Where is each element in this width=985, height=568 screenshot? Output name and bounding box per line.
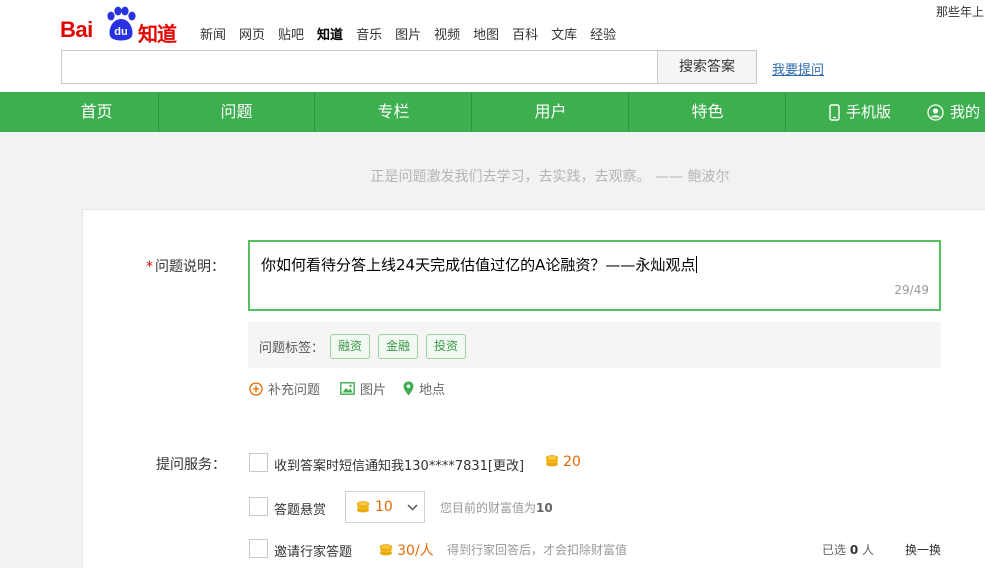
nav-link-2[interactable]: 贴吧 [278, 24, 304, 43]
tags-label: 问题标签： [259, 341, 325, 356]
main-nav-bar: 首页 问题 专栏 用户 特色 手机版 我的 [0, 92, 985, 132]
sms-cost: 20 [545, 454, 581, 470]
invite-expert-checkbox[interactable] [249, 539, 268, 558]
motto-quote: 正是问题激发我们去学习，去实践，去观察。 —— 鲍波尔 [370, 169, 730, 185]
selected-count-value: 0 [849, 543, 859, 557]
logo-du-text: du [114, 26, 127, 38]
location-pin-icon [403, 381, 414, 396]
add-location-label: 地点 [419, 383, 446, 398]
tags-bar: 问题标签： 融资 金融 投资 [248, 322, 941, 368]
invite-cost-value: 30/人 [397, 543, 434, 559]
image-icon [340, 382, 355, 395]
add-image-label: 图片 [360, 383, 387, 398]
paw-icon: du [107, 6, 136, 41]
nav-mobile[interactable]: 手机版 [829, 92, 891, 132]
invite-note: 得到行家回答后，才会扣除财富值 [447, 543, 628, 557]
nav-link-5[interactable]: 图片 [395, 24, 421, 43]
sms-cost-value: 20 [563, 454, 581, 470]
logo-zhidao-text: 知道 [138, 22, 177, 46]
invite-expert-label[interactable]: 邀请行家答题 [274, 541, 352, 560]
logo-bai-text: Bai [60, 17, 93, 42]
coin-icon [379, 544, 393, 556]
search-answer-button[interactable]: 搜索答案 [657, 50, 757, 84]
coin-icon [545, 455, 559, 467]
reward-amount-value: 10 [375, 499, 393, 515]
top-header: 那些年上 Bai du 知道 新闻 网页 贴吧 知道 音乐 图片 视频 地图 百科 文库 经验 搜索… [0, 0, 985, 92]
nav-divider [785, 92, 786, 132]
question-text-value: 你如何看待分答上线24天完成估值过亿的A论融资？——永灿观点 [261, 256, 696, 274]
nav-questions[interactable]: 问题 [158, 92, 315, 132]
sms-notify-checkbox[interactable] [249, 453, 268, 472]
question-text: 你如何看待分答上线24天完成估值过亿的A论融资？——永灿观点 [261, 254, 698, 275]
nav-link-8[interactable]: 百科 [512, 24, 538, 43]
nav-link-0[interactable]: 新闻 [200, 24, 226, 43]
selected-suffix: 人 [862, 543, 875, 557]
text-caret [696, 256, 698, 273]
nav-home[interactable]: 首页 [18, 92, 175, 132]
add-detail-label: 补充问题 [268, 383, 321, 398]
baidu-zhidao-logo[interactable]: Bai du 知道 [60, 5, 184, 46]
question-textarea[interactable]: 你如何看待分答上线24天完成估值过亿的A论融资？——永灿观点 29/49 [248, 240, 941, 311]
invite-cost: 30/人 [379, 540, 434, 560]
search-input[interactable] [61, 50, 658, 84]
product-nav: 新闻 网页 贴吧 知道 音乐 图片 视频 地图 百科 文库 经验 [200, 24, 629, 43]
nav-link-3[interactable]: 知道 [317, 24, 343, 43]
nav-link-7[interactable]: 地图 [473, 24, 499, 43]
sms-notify-label[interactable]: 收到答案时短信通知我130****7831[更改] [274, 455, 524, 474]
nav-my[interactable]: 我的 [927, 92, 980, 132]
wealth-note: 您目前的财富值为10 [440, 499, 553, 516]
ask-question-link[interactable]: 我要提问 [772, 59, 824, 78]
nav-link-10[interactable]: 经验 [590, 24, 616, 43]
wealth-note-prefix: 您目前的财富值为 [440, 501, 537, 515]
selected-count: 已选 0 人 [822, 541, 874, 558]
question-label: * 问题说明： [146, 256, 225, 276]
refresh-experts-button[interactable]: 换一换 [905, 541, 941, 558]
nav-users[interactable]: 用户 [472, 92, 629, 132]
reward-checkbox[interactable] [249, 497, 268, 516]
add-image-button[interactable]: 图片 [340, 379, 386, 398]
selected-prefix: 已选 [822, 543, 847, 557]
tag-investment[interactable]: 投资 [426, 334, 467, 359]
reward-amount-select[interactable]: 10 [345, 491, 425, 523]
nav-columns[interactable]: 专栏 [315, 92, 472, 132]
char-counter: 29/49 [894, 283, 929, 297]
nav-mobile-label: 手机版 [846, 103, 892, 121]
nav-link-9[interactable]: 文库 [551, 24, 577, 43]
user-icon [927, 103, 944, 121]
nav-link-6[interactable]: 视频 [434, 24, 460, 43]
user-tip[interactable]: 那些年上 [936, 3, 984, 20]
mobile-phone-icon [829, 103, 840, 121]
reward-label[interactable]: 答题悬赏 [274, 499, 326, 518]
nav-link-4[interactable]: 音乐 [356, 24, 382, 43]
wealth-value: 10 [536, 501, 553, 515]
add-detail-button[interactable]: 补充问题 [249, 379, 320, 398]
tag-financing[interactable]: 融资 [330, 334, 371, 359]
service-label: 提问服务： [156, 457, 226, 473]
question-label-text: 问题说明： [155, 259, 225, 275]
tag-finance[interactable]: 金融 [378, 334, 419, 359]
chevron-down-icon [407, 503, 418, 511]
plus-circle-icon [249, 381, 263, 396]
coin-icon [356, 501, 370, 513]
add-location-button[interactable]: 地点 [403, 379, 445, 398]
required-mark: * [146, 259, 153, 275]
nav-features[interactable]: 特色 [629, 92, 786, 132]
nav-my-label: 我的 [950, 103, 981, 121]
nav-link-1[interactable]: 网页 [239, 24, 265, 43]
